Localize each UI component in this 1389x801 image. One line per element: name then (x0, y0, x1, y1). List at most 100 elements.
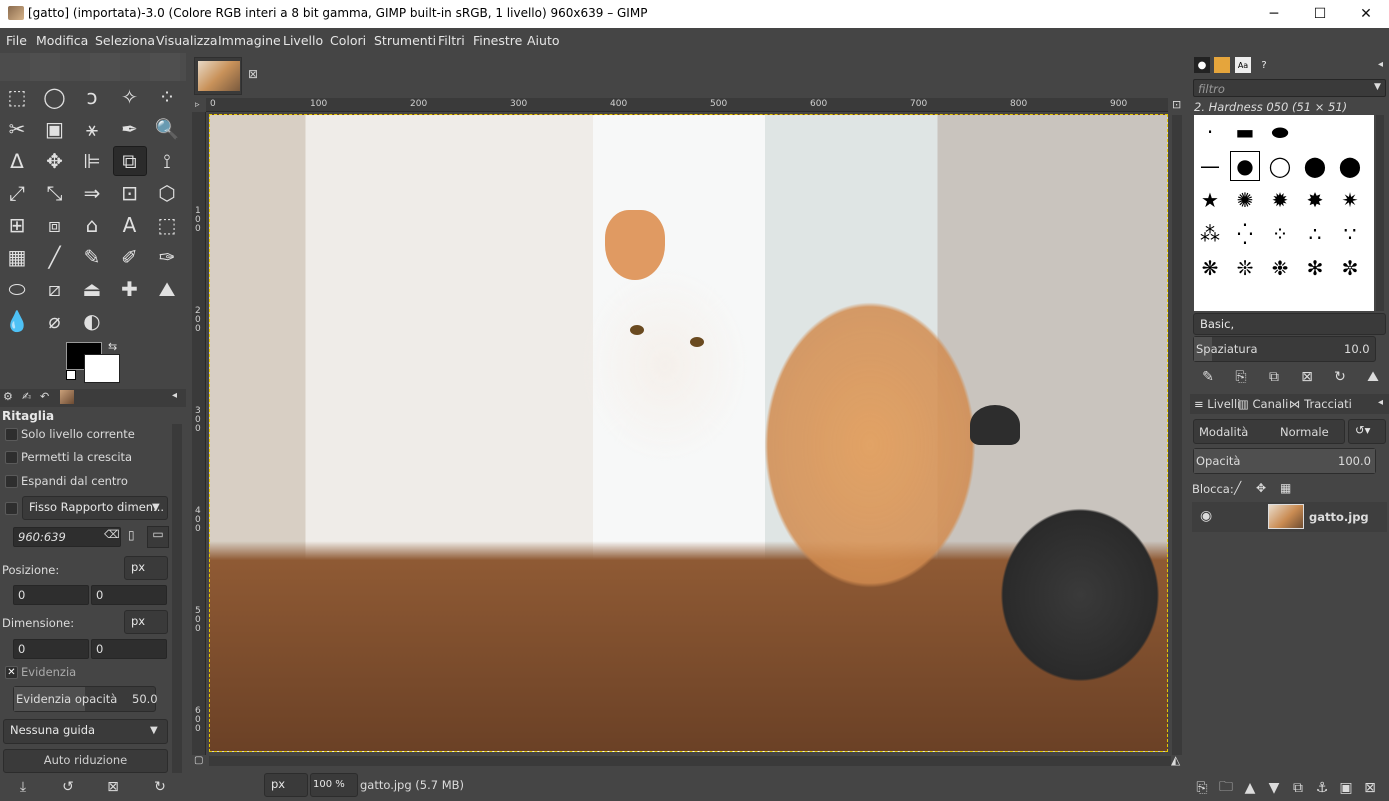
menu-strumenti[interactable]: Strumenti (374, 33, 436, 48)
brush-tag-combo[interactable]: Basic, (1193, 313, 1386, 335)
brush-swatch[interactable]: ✺ (1230, 185, 1260, 215)
brushes-tab-icon[interactable]: ● (1194, 57, 1210, 73)
brush-swatch[interactable]: ▬ (1230, 117, 1260, 147)
brush-spacing-slider[interactable]: Spaziatura 10.0 (1193, 336, 1376, 362)
allow-growing-checkbox[interactable] (5, 451, 18, 464)
brush-swatch[interactable]: ✼ (1335, 253, 1365, 283)
tab-paths[interactable]: ⋈ Tracciati (1289, 397, 1352, 411)
brush-grid[interactable]: · ▬ ⬬ — ● ◯ ⬤ ⬤ ★ ✺ ✹ ✸ ✷ ⁂ ⁛ ⁘ ∴ ∵ ❋ ❊ ❉ ✻ ✼ (1194, 115, 1374, 311)
portrait-icon[interactable]: ▯ (128, 528, 135, 542)
layers-configure-icon[interactable]: ◂ (1378, 397, 1383, 408)
tool-6-3-icon[interactable]: ✚ (113, 274, 147, 304)
size-h-input[interactable]: 0 (91, 639, 167, 659)
menu-visualizza[interactable]: Visualizza (156, 33, 218, 48)
images-tab-icon[interactable] (60, 390, 74, 404)
tool-1-0-icon[interactable]: ✂ (0, 114, 34, 144)
canvas-image[interactable] (209, 114, 1168, 752)
layer-mode-combo[interactable]: Modalità Normale (1193, 419, 1345, 444)
help-tab-icon[interactable]: ? (1256, 57, 1272, 73)
highlight-checkbox[interactable]: ✕ (5, 666, 18, 679)
brush-swatch[interactable]: · (1195, 117, 1225, 147)
tool-7-2-icon[interactable]: ◐ (75, 306, 109, 336)
tool-3-1-icon[interactable]: ⤡ (38, 178, 72, 208)
tool-4-2-icon[interactable]: ⌂ (75, 210, 109, 240)
navigate-icon[interactable]: ◭ (1171, 753, 1180, 767)
brush-swatch[interactable]: ⬤ (1300, 151, 1330, 181)
tool-options-tab-icon[interactable]: ⚙ (3, 390, 13, 403)
eye-icon[interactable]: ◉ (1200, 508, 1212, 524)
mask-layer-icon[interactable]: ▣ (1334, 777, 1358, 799)
layer-opacity-slider[interactable]: Opacità 100.0 (1193, 448, 1376, 474)
tool-6-2-icon[interactable]: ⏏ (75, 274, 109, 304)
expand-center-checkbox[interactable] (5, 475, 18, 488)
reset-options-icon[interactable]: ↻ (145, 776, 175, 798)
quick-mask-toggle[interactable]: ▢ (194, 755, 203, 766)
tool-7-1-icon[interactable]: ⌀ (38, 306, 72, 336)
size-w-input[interactable]: 0 (13, 639, 89, 659)
tool-6-1-icon[interactable]: ⧄ (38, 274, 72, 304)
menu-immagine[interactable]: Immagine (218, 33, 281, 48)
restore-options-icon[interactable]: ↺ (53, 776, 83, 798)
tool-4-0-icon[interactable]: ⊞ (0, 210, 34, 240)
brush-filter-input[interactable]: filtro (1193, 79, 1386, 97)
tool-0-2-icon[interactable]: ↄ (75, 82, 109, 112)
delete-layer-icon[interactable]: ⊠ (1358, 777, 1382, 799)
tool-2-1-icon[interactable]: ✥ (38, 146, 72, 176)
tool-2-0-icon[interactable]: ᐃ (0, 146, 34, 176)
tool-1-4-icon[interactable]: 🔍 (150, 114, 184, 144)
tool-1-1-icon[interactable]: ▣ (38, 114, 72, 144)
brush-swatch[interactable] (1335, 117, 1365, 147)
brush-swatch[interactable]: ⁛ (1230, 219, 1260, 249)
tool-3-0-icon[interactable]: ⤢ (0, 178, 34, 208)
tool-2-2-icon[interactable]: ⊫ (75, 146, 109, 176)
open-brush-image-icon[interactable]: ⛰ (1358, 366, 1388, 388)
tool-3-2-icon[interactable]: ⇒ (75, 178, 109, 208)
brush-grid-scrollbar[interactable] (1376, 115, 1384, 311)
tool-5-2-icon[interactable]: ✎ (75, 242, 109, 272)
delete-brush-icon[interactable]: ⊠ (1292, 366, 1322, 388)
undo-history-tab-icon[interactable]: ↶ (40, 390, 49, 403)
brush-swatch[interactable]: ✻ (1300, 253, 1330, 283)
menu-livello[interactable]: Livello (283, 33, 323, 48)
tool-6-0-icon[interactable]: ⬭ (0, 274, 34, 304)
anchor-layer-icon[interactable]: ⚓ (1310, 777, 1334, 799)
swap-colors-icon[interactable]: ⇆ (108, 340, 117, 353)
menu-colori[interactable]: Colori (330, 33, 366, 48)
highlight-opacity-slider[interactable]: Evidenzia opacità 50.0 (13, 686, 158, 712)
tool-1-3-icon[interactable]: ✒ (113, 114, 147, 144)
new-brush-icon[interactable]: ⎘ (1226, 366, 1256, 388)
menu-finestre[interactable]: Finestre (473, 33, 522, 48)
tool-0-3-icon[interactable]: ✧ (113, 82, 147, 112)
brush-swatch[interactable]: ⁘ (1265, 219, 1295, 249)
fixed-checkbox[interactable] (5, 502, 18, 515)
patterns-tab-icon[interactable] (1214, 57, 1230, 73)
guides-combo[interactable]: Nessuna guida (3, 719, 168, 744)
brush-swatch[interactable]: ✹ (1265, 185, 1295, 215)
brush-swatch[interactable]: ∵ (1335, 219, 1365, 249)
brush-swatch[interactable]: ⬬ (1265, 117, 1295, 147)
device-status-tab-icon[interactable]: ✍ (22, 390, 31, 403)
brush-swatch[interactable] (1300, 117, 1330, 147)
horizontal-scrollbar[interactable] (209, 756, 1171, 766)
dock-configure-icon[interactable]: ◂ (1378, 59, 1383, 70)
brush-swatch[interactable]: — (1195, 151, 1225, 181)
minimize-button[interactable]: ─ (1251, 0, 1297, 28)
zoom-fit-icon[interactable]: ⊡ (1172, 98, 1181, 111)
maximize-button[interactable]: ☐ (1297, 0, 1343, 28)
brush-swatch[interactable]: ✸ (1300, 185, 1330, 215)
fixed-aspect-combo[interactable]: Fisso Rapporto dimen... (22, 496, 168, 520)
tool-0-0-icon[interactable]: ⬚ (0, 82, 34, 112)
edit-brush-icon[interactable]: ✎ (1193, 366, 1223, 388)
tool-5-1-icon[interactable]: ╱ (38, 242, 72, 272)
layer-row[interactable]: ◉ gatto.jpg (1192, 502, 1387, 532)
brush-swatch[interactable]: ✷ (1335, 185, 1365, 215)
duplicate-layer-icon[interactable]: ⧉ (1286, 777, 1310, 799)
tool-4-4-icon[interactable]: ⬚ (150, 210, 184, 240)
tool-6-4-icon[interactable]: ⛰ (150, 274, 184, 304)
position-x-input[interactable]: 0 (13, 585, 89, 605)
brush-swatch[interactable]: ⁂ (1195, 219, 1225, 249)
tool-0-4-icon[interactable]: ⁘ (150, 82, 184, 112)
configure-tab-icon[interactable]: ◂ (172, 390, 177, 401)
quick-mask-corner-icon[interactable]: ▹ (195, 100, 200, 110)
lock-alpha-icon[interactable]: ▦ (1280, 481, 1291, 495)
